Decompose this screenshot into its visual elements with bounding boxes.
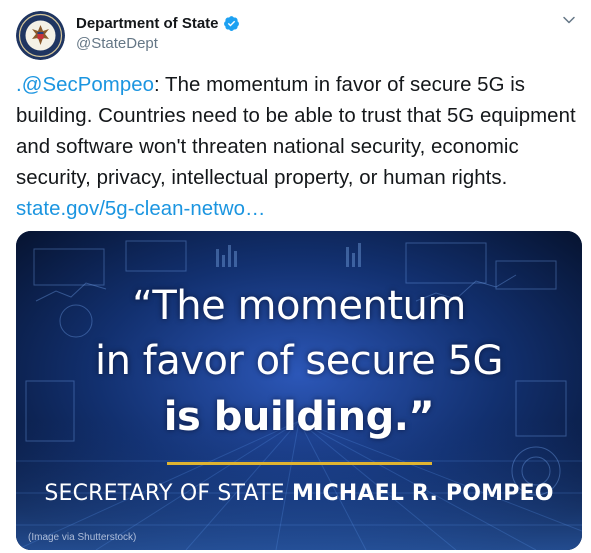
mention-link[interactable]: .@SecPompeo <box>16 74 154 96</box>
tweet-header: Department of State @StateDept <box>16 10 577 60</box>
quote-line-1: “The momentum <box>132 283 466 329</box>
seal-icon <box>16 11 65 60</box>
url-link[interactable]: state.gov/5g-clean-netwo… <box>16 198 265 220</box>
display-name[interactable]: Department of State <box>76 15 219 32</box>
byline-name: MICHAEL R. POMPEO <box>291 481 554 506</box>
byline-title: SECRETARY OF STATE <box>44 481 285 506</box>
byline: SECRETARY OF STATE MICHAEL R. POMPEO <box>16 481 582 507</box>
image-credit: (Image via Shutterstock) <box>28 532 137 543</box>
verified-badge-icon <box>223 16 239 31</box>
quote-line-3: is building.” <box>163 394 435 440</box>
accent-rule <box>167 462 432 465</box>
avatar[interactable] <box>16 11 65 60</box>
quote-line-2: in favor of secure 5G <box>95 338 503 384</box>
user-handle[interactable]: @StateDept <box>76 35 158 52</box>
tweet-text: .@SecPompeo: The momentum in favor of se… <box>16 70 577 225</box>
chevron-down-icon[interactable] <box>561 12 577 28</box>
media-image[interactable]: “The momentum in favor of secure 5G is b… <box>16 231 582 550</box>
